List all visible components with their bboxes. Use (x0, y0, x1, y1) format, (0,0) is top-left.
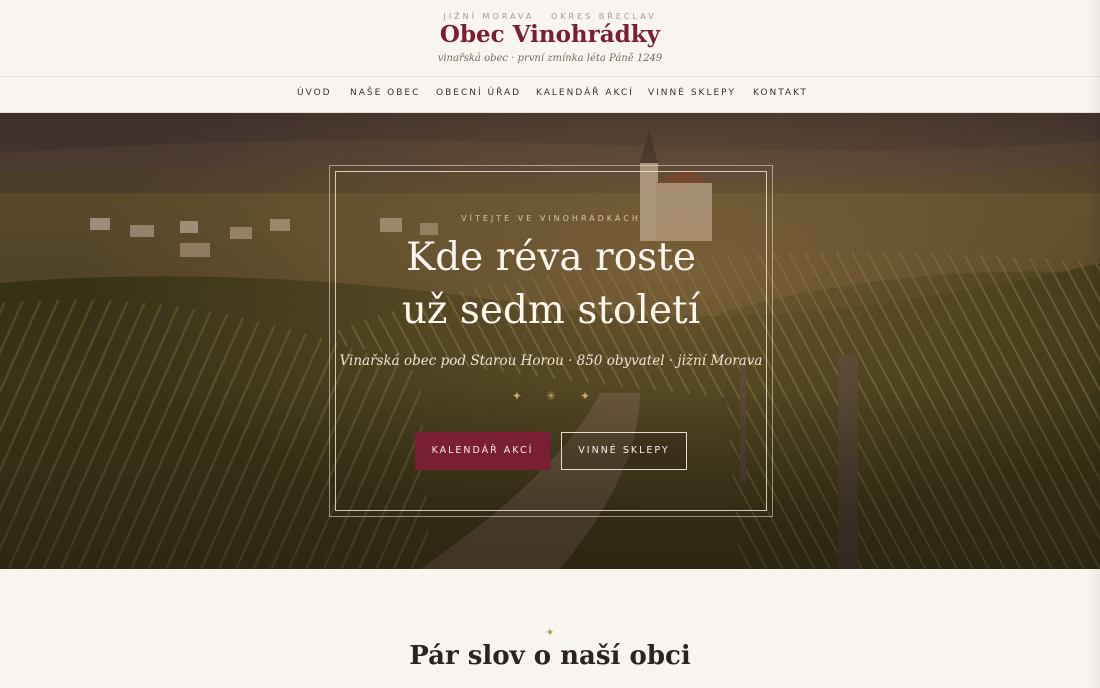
region-label: JIŽNÍ MORAVA · OKRES BŘECLAV (443, 12, 657, 21)
hero-kicker: VÍTEJTE VE VINOHRÁDKÁCH (461, 214, 641, 223)
nav-item-kontakt[interactable]: KONTAKT (753, 88, 808, 106)
hero-subline: Vinařská obec pod Starou Horou · 850 oby… (339, 353, 763, 369)
section-title: Pár slov o naší obci (409, 641, 691, 671)
hero-headline: Kde réva roste už sedm století (329, 231, 773, 337)
wine-cellars-button[interactable]: VINNÉ SKLEPY (561, 432, 687, 470)
hero-headline-line2: už sedm století (401, 288, 701, 333)
calendar-button[interactable]: KALENDÁŘ AKCÍ (415, 432, 550, 470)
nav-item-obecni-urad[interactable]: OBECNÍ ÚŘAD (436, 88, 521, 106)
hero-headline-line1: Kde réva roste (406, 235, 696, 280)
main-nav: ÚVOD NAŠE OBEC OBECNÍ ÚŘAD KALENDÁŘ AKCÍ… (0, 76, 1100, 117)
site-title[interactable]: Obec Vinohrádky (0, 21, 1100, 48)
scrollbar-track (1090, 0, 1100, 688)
about-section: ✦ Pár slov o naší obci (0, 569, 1100, 688)
section-ornament-icon: ✦ (545, 626, 555, 639)
site-header: JIŽNÍ MORAVA · OKRES BŘECLAV Obec Vinohr… (0, 0, 1100, 76)
nav-item-nase-obec[interactable]: NAŠE OBEC (350, 88, 420, 106)
nav-item-kalendar-akci[interactable]: KALENDÁŘ AKCÍ (536, 88, 634, 106)
hero-ornament-icon: ✦✳✦ (511, 389, 615, 403)
site-tagline: vinařská obec · první zmínka léta Páně 1… (437, 53, 663, 64)
hero-section: VÍTEJTE VE VINOHRÁDKÁCH Kde réva roste u… (0, 113, 1100, 569)
nav-item-vinne-sklepy[interactable]: VINNÉ SKLEPY (648, 88, 736, 106)
